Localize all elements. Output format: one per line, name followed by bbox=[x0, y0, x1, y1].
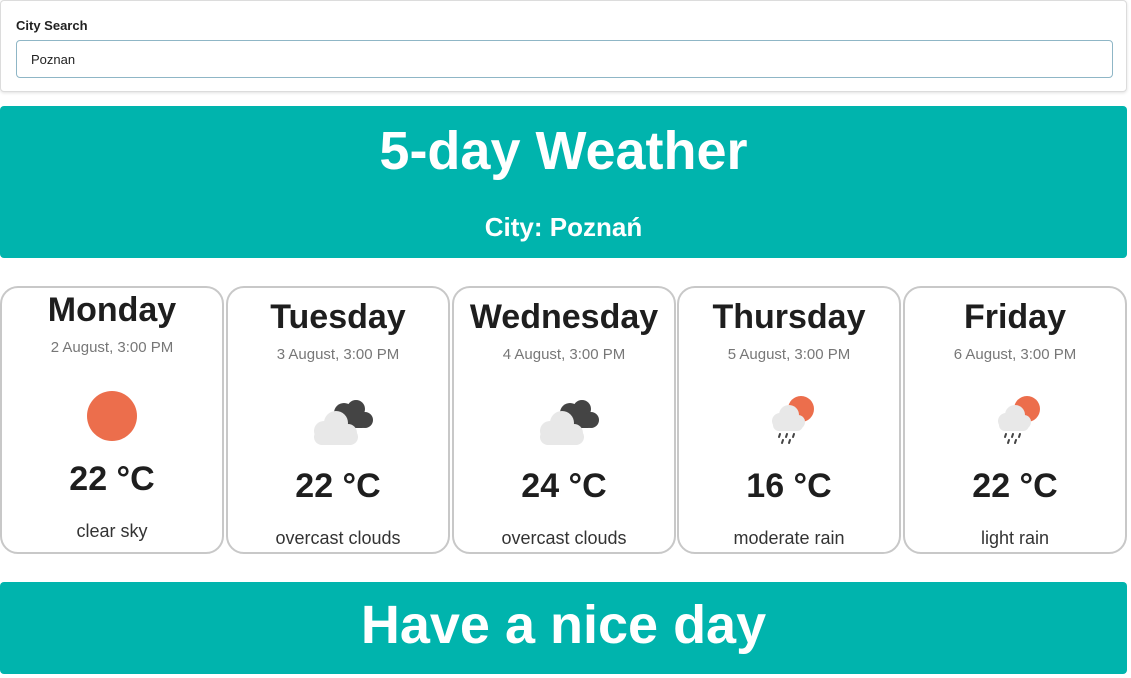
forecast-description: moderate rain bbox=[733, 528, 845, 548]
forecast-temperature: 16 °C bbox=[746, 467, 832, 505]
forecast-card-tuesday: Tuesday 3 August, 3:00 PM 22 °C overcast bbox=[226, 286, 450, 554]
forecast-card-monday: Monday 2 August, 3:00 PM 22 °C clear sky bbox=[0, 286, 224, 554]
forecast-temperature: 22 °C bbox=[972, 467, 1058, 505]
forecast-card-thursday: Thursday 5 August, 3:00 PM 16 °C moderat… bbox=[677, 286, 901, 554]
forecast-day: Friday bbox=[963, 298, 1067, 336]
city-search-panel: City Search bbox=[0, 0, 1127, 92]
forecast-description: overcast clouds bbox=[501, 528, 627, 548]
forecast-day: Tuesday bbox=[270, 298, 406, 336]
forecast-day: Monday bbox=[47, 291, 177, 329]
forecast-cards: Monday 2 August, 3:00 PM 22 °C clear sky… bbox=[0, 286, 1131, 554]
forecast-description: overcast clouds bbox=[275, 528, 401, 548]
rain-icon bbox=[975, 391, 1055, 455]
forecast-temperature: 22 °C bbox=[69, 460, 155, 498]
rain-icon bbox=[749, 391, 829, 455]
forecast-description: light rain bbox=[980, 528, 1050, 548]
city-name: City: Poznań bbox=[484, 212, 643, 242]
footer-message: Have a nice day bbox=[360, 595, 767, 655]
forecast-description: clear sky bbox=[76, 521, 148, 541]
forecast-temperature: 24 °C bbox=[521, 467, 607, 505]
forecast-date: 2 August, 3:00 PM bbox=[50, 339, 174, 356]
footer-banner: Have a nice day bbox=[0, 582, 1127, 674]
overcast-clouds-icon bbox=[524, 391, 604, 455]
clear-sky-icon bbox=[72, 384, 152, 448]
forecast-date: 4 August, 3:00 PM bbox=[502, 346, 626, 363]
forecast-date: 6 August, 3:00 PM bbox=[953, 346, 1077, 363]
overcast-clouds-icon bbox=[298, 391, 378, 455]
forecast-temperature: 22 °C bbox=[295, 467, 381, 505]
forecast-day: Thursday bbox=[712, 298, 866, 336]
city-search-input[interactable] bbox=[16, 40, 1113, 78]
page-title: 5-day Weather bbox=[379, 121, 748, 181]
forecast-date: 3 August, 3:00 PM bbox=[276, 346, 400, 363]
forecast-card-wednesday: Wednesday 4 August, 3:00 PM 24 °C overca bbox=[452, 286, 676, 554]
city-search-label: City Search bbox=[16, 18, 88, 33]
weather-header-banner: 5-day Weather City: Poznań bbox=[0, 106, 1127, 258]
forecast-date: 5 August, 3:00 PM bbox=[727, 346, 851, 363]
forecast-card-friday: Friday 6 August, 3:00 PM 22 °C light rai… bbox=[903, 286, 1127, 554]
forecast-day: Wednesday bbox=[469, 298, 659, 336]
